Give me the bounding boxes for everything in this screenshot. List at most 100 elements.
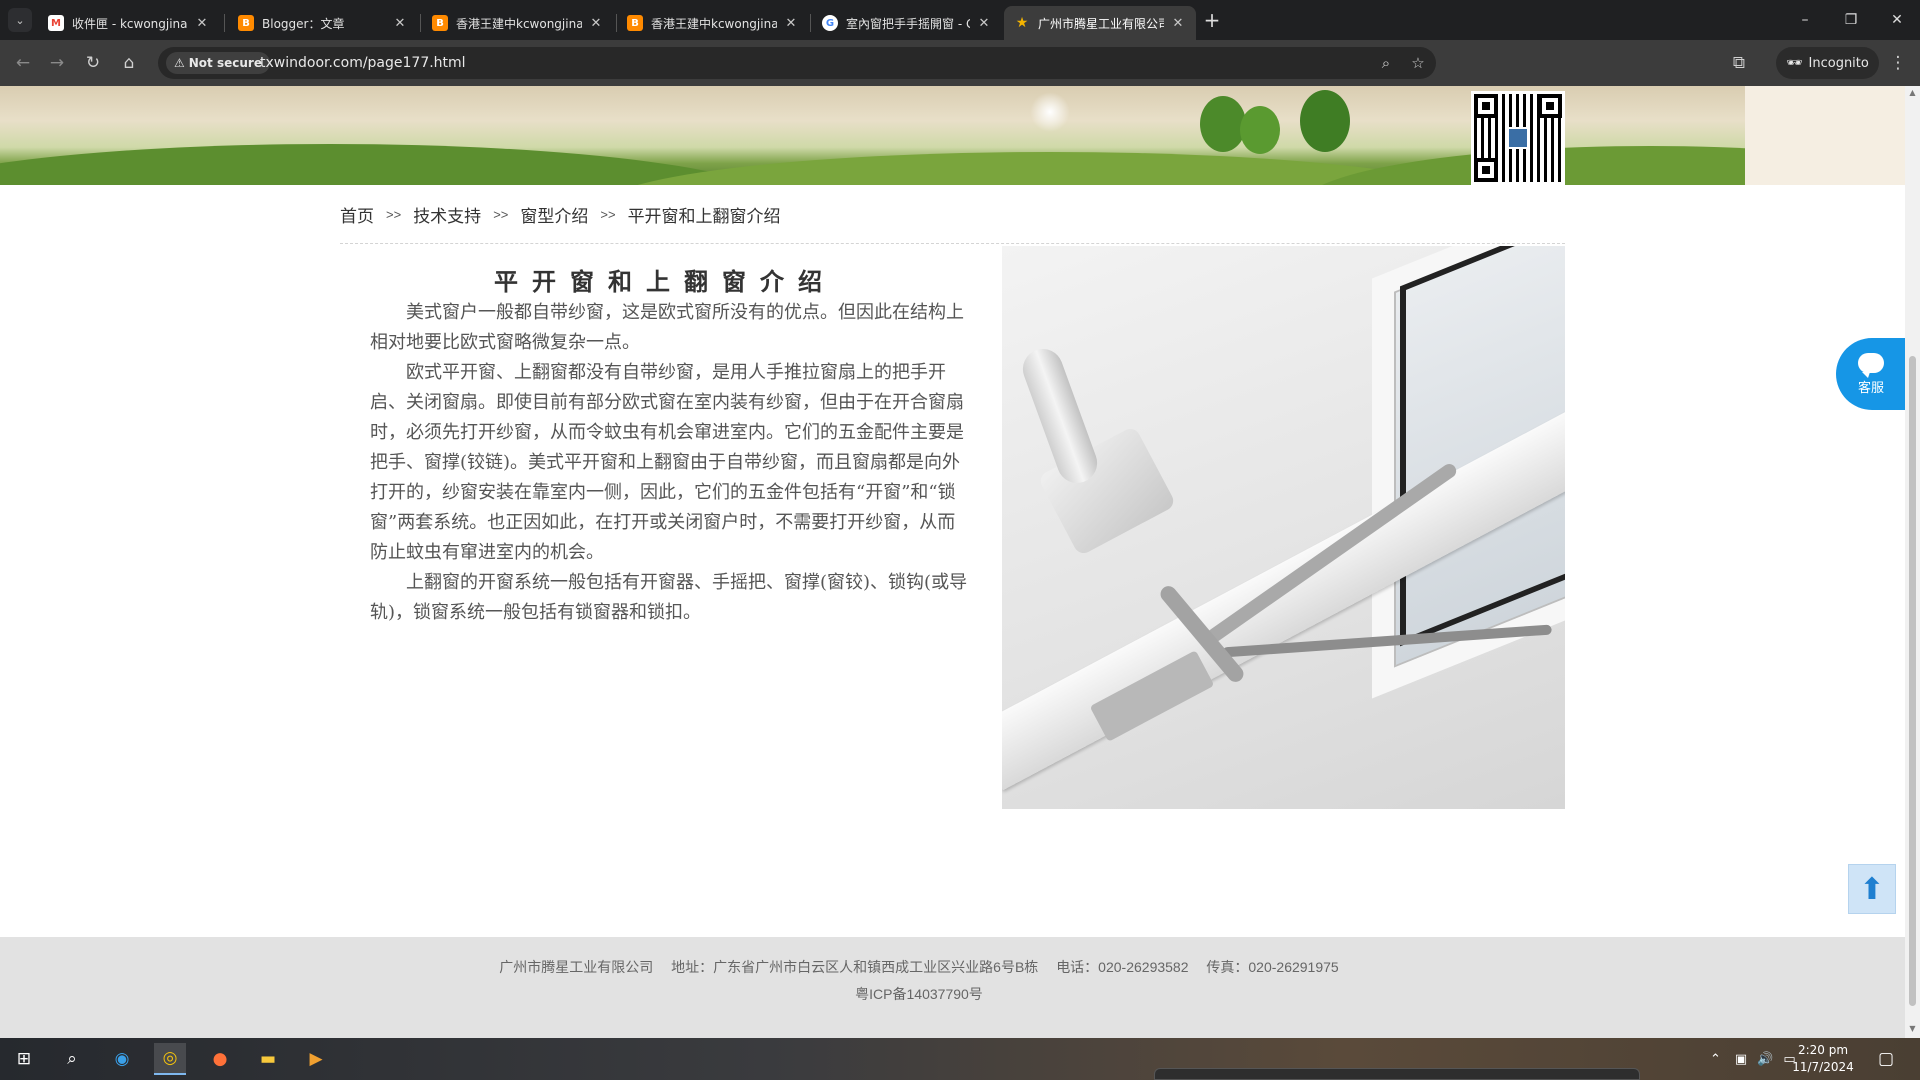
windows-logo-icon: ⊞ [16, 1049, 32, 1069]
close-window-button[interactable]: ✕ [1874, 0, 1920, 40]
qr-pattern [1474, 94, 1562, 182]
banner-edge [1745, 86, 1905, 185]
breadcrumb: 首页 >> 技术支持 >> 窗型介绍 >> 平开窗和上翻窗介绍 [340, 202, 781, 227]
breadcrumb-home[interactable]: 首页 [340, 202, 374, 227]
scroll-thumb[interactable] [1909, 356, 1916, 1006]
scroll-up-arrow-icon[interactable]: ▲ [1908, 88, 1917, 97]
edge-icon: ◉ [114, 1049, 130, 1069]
tab-blogger-blog-1[interactable]: B 香港王建中kcwongjinan@gmail ✕ [422, 6, 614, 40]
plus-icon: + [1203, 8, 1221, 32]
tab-title: 香港王建中kcwongjinan@gmail [456, 16, 582, 31]
bookmark-star-icon[interactable]: ☆ [1408, 53, 1428, 73]
tree-shape [1300, 90, 1350, 152]
tab-title: 广州市腾星工业有限公司 [1038, 16, 1164, 31]
reload-icon: ↻ [85, 53, 101, 73]
customer-service-label: 客服 [1857, 380, 1884, 396]
tab-gmail[interactable]: M 收件匣 - kcwongjinan@gmail.c ✕ [38, 6, 220, 40]
qr-finder [1474, 158, 1498, 182]
close-icon[interactable]: ✕ [1170, 16, 1186, 31]
incognito-indicator[interactable]: 🕶 Incognito [1776, 47, 1879, 79]
tab-active-company[interactable]: ★ 广州市腾星工业有限公司 ✕ [1004, 6, 1196, 40]
taskbar-edge[interactable]: ◉ [106, 1043, 138, 1075]
breadcrumb-tech-support[interactable]: 技术支持 [413, 202, 481, 227]
url-text[interactable]: txwindoor.com/page177.html [260, 55, 466, 71]
tab-title: Blogger：文章 [262, 16, 345, 31]
taskbar-clock[interactable]: 2:20 pm 11/7/2024 [1790, 1042, 1856, 1076]
close-icon[interactable]: ✕ [783, 16, 799, 31]
volume-icon[interactable]: 🔊 [1757, 1052, 1773, 1067]
breadcrumb-divider [340, 243, 1565, 244]
tab-google-search[interactable]: G 室內窗把手手摇開窗 - Google 搜 ✕ [812, 6, 1002, 40]
zoom-icon[interactable]: ⌕ [1376, 53, 1396, 73]
footer-address: 地址：广东省广州市白云区人和镇西成工业区兴业路6号B栋 [671, 959, 1039, 975]
windows-taskbar: ⊞ ⌕ ◉ ◎ ● ▬ ▶ ⌃ ▣ 🔊 ▭ 2:20 pm 11/7/2024 … [0, 1038, 1920, 1080]
window-preview-thumbnail[interactable] [1154, 1068, 1640, 1080]
window-handle [1017, 343, 1103, 489]
taskbar-chrome[interactable]: ◎ [154, 1043, 186, 1075]
clock-date: 11/7/2024 [1792, 1060, 1854, 1074]
tab-search-button[interactable]: ⌄ [8, 8, 32, 32]
header-banner [0, 86, 1905, 185]
taskbar-media-player[interactable]: ▶ [300, 1043, 332, 1075]
sun-glow [1030, 92, 1070, 132]
breadcrumb-window-types[interactable]: 窗型介绍 [520, 202, 588, 227]
scroll-down-arrow-icon[interactable]: ▼ [1908, 1024, 1917, 1033]
tab-strip: ⌄ M 收件匣 - kcwongjinan@gmail.c ✕ B Blogge… [0, 0, 1920, 40]
article-paragraph: 欧式平开窗、上翻窗都没有自带纱窗，是用人手推拉窗扇上的把手开启、关闭窗扇。即使目… [370, 362, 964, 563]
menu-button[interactable]: ⋮ [1885, 50, 1911, 76]
forward-button[interactable]: → [44, 50, 70, 76]
site-footer: 广州市腾星工业有限公司 地址：广东省广州市白云区人和镇西成工业区兴业路6号B栋 … [0, 937, 1905, 1038]
restore-button[interactable]: ❐ [1828, 0, 1874, 40]
new-tab-button[interactable]: + [1200, 8, 1224, 32]
close-icon[interactable]: ✕ [392, 16, 408, 31]
qr-finder [1538, 94, 1562, 118]
arrow-left-icon: ← [15, 53, 31, 73]
tab-blogger-blog-2[interactable]: B 香港王建中kcwongjinan@gmail ✕ [617, 6, 809, 40]
restore-icon: ❐ [1844, 12, 1858, 28]
footer-icp[interactable]: 粤ICP备14037790号 [0, 984, 1838, 1004]
meet-icon[interactable]: ▣ [1735, 1052, 1747, 1067]
blogger-icon: B [238, 15, 254, 31]
chevron-up-icon[interactable]: ⌃ [1710, 1052, 1721, 1067]
taskbar-file-explorer[interactable]: ▬ [252, 1043, 284, 1075]
breadcrumb-separator: >> [493, 207, 509, 222]
tab-title: 室內窗把手手摇開窗 - Google 搜 [846, 16, 970, 31]
incognito-icon: 🕶 [1786, 55, 1803, 71]
tab-blogger-posts[interactable]: B Blogger：文章 ✕ [228, 6, 418, 40]
address-bar[interactable]: ⚠ Not secure txwindoor.com/page177.html … [158, 47, 1436, 79]
home-button[interactable]: ⌂ [116, 50, 142, 76]
taskbar-firefox[interactable]: ● [204, 1043, 236, 1075]
warning-icon: ⚠ [174, 56, 185, 70]
chat-bubble-icon [1858, 352, 1884, 378]
qr-finder [1474, 94, 1498, 118]
extensions-button[interactable]: ⧉ [1726, 50, 1752, 76]
close-icon[interactable]: ✕ [976, 16, 992, 31]
close-icon[interactable]: ✕ [588, 16, 604, 31]
minimize-icon: – [1801, 12, 1809, 28]
tab-title: 收件匣 - kcwongjinan@gmail.c [72, 16, 188, 31]
page-scrollbar[interactable]: ▲ ▼ [1905, 86, 1920, 1038]
customer-service-button[interactable]: 客服 [1836, 338, 1905, 410]
chrome-icon: ◎ [162, 1048, 178, 1068]
reload-button[interactable]: ↻ [80, 50, 106, 76]
back-to-top-button[interactable]: ⬆ [1848, 864, 1896, 914]
start-button[interactable]: ⊞ [8, 1043, 40, 1075]
arrow-right-icon: → [49, 53, 65, 73]
back-button[interactable]: ← [10, 50, 36, 76]
home-icon: ⌂ [123, 53, 135, 73]
notifications-button[interactable]: ▢ [1870, 1043, 1902, 1075]
puzzle-icon: ⧉ [1732, 53, 1746, 73]
folder-icon: ▬ [259, 1049, 277, 1069]
toolbar: ← → ↻ ⌂ ⚠ Not secure txwindoor.com/page1… [0, 40, 1920, 86]
arrow-up-icon: ⬆ [1859, 871, 1885, 907]
close-icon[interactable]: ✕ [194, 16, 210, 31]
close-icon: ✕ [1891, 12, 1903, 28]
article-paragraph: 上翻窗的开窗系统一般包括有开窗器、手摇把、窗撑(窗铰)、锁钩(或导轨)，锁窗系统… [370, 572, 968, 623]
security-chip[interactable]: ⚠ Not secure [166, 52, 270, 74]
taskbar-search-button[interactable]: ⌕ [56, 1043, 88, 1075]
footer-contact-line: 广州市腾星工业有限公司 地址：广东省广州市白云区人和镇西成工业区兴业路6号B栋 … [0, 957, 1838, 977]
minimize-button[interactable]: – [1782, 0, 1828, 40]
article-title: 平开窗和上翻窗介绍 [494, 267, 836, 296]
breadcrumb-current[interactable]: 平开窗和上翻窗介绍 [628, 202, 781, 227]
clock-time: 2:20 pm [1797, 1043, 1849, 1057]
